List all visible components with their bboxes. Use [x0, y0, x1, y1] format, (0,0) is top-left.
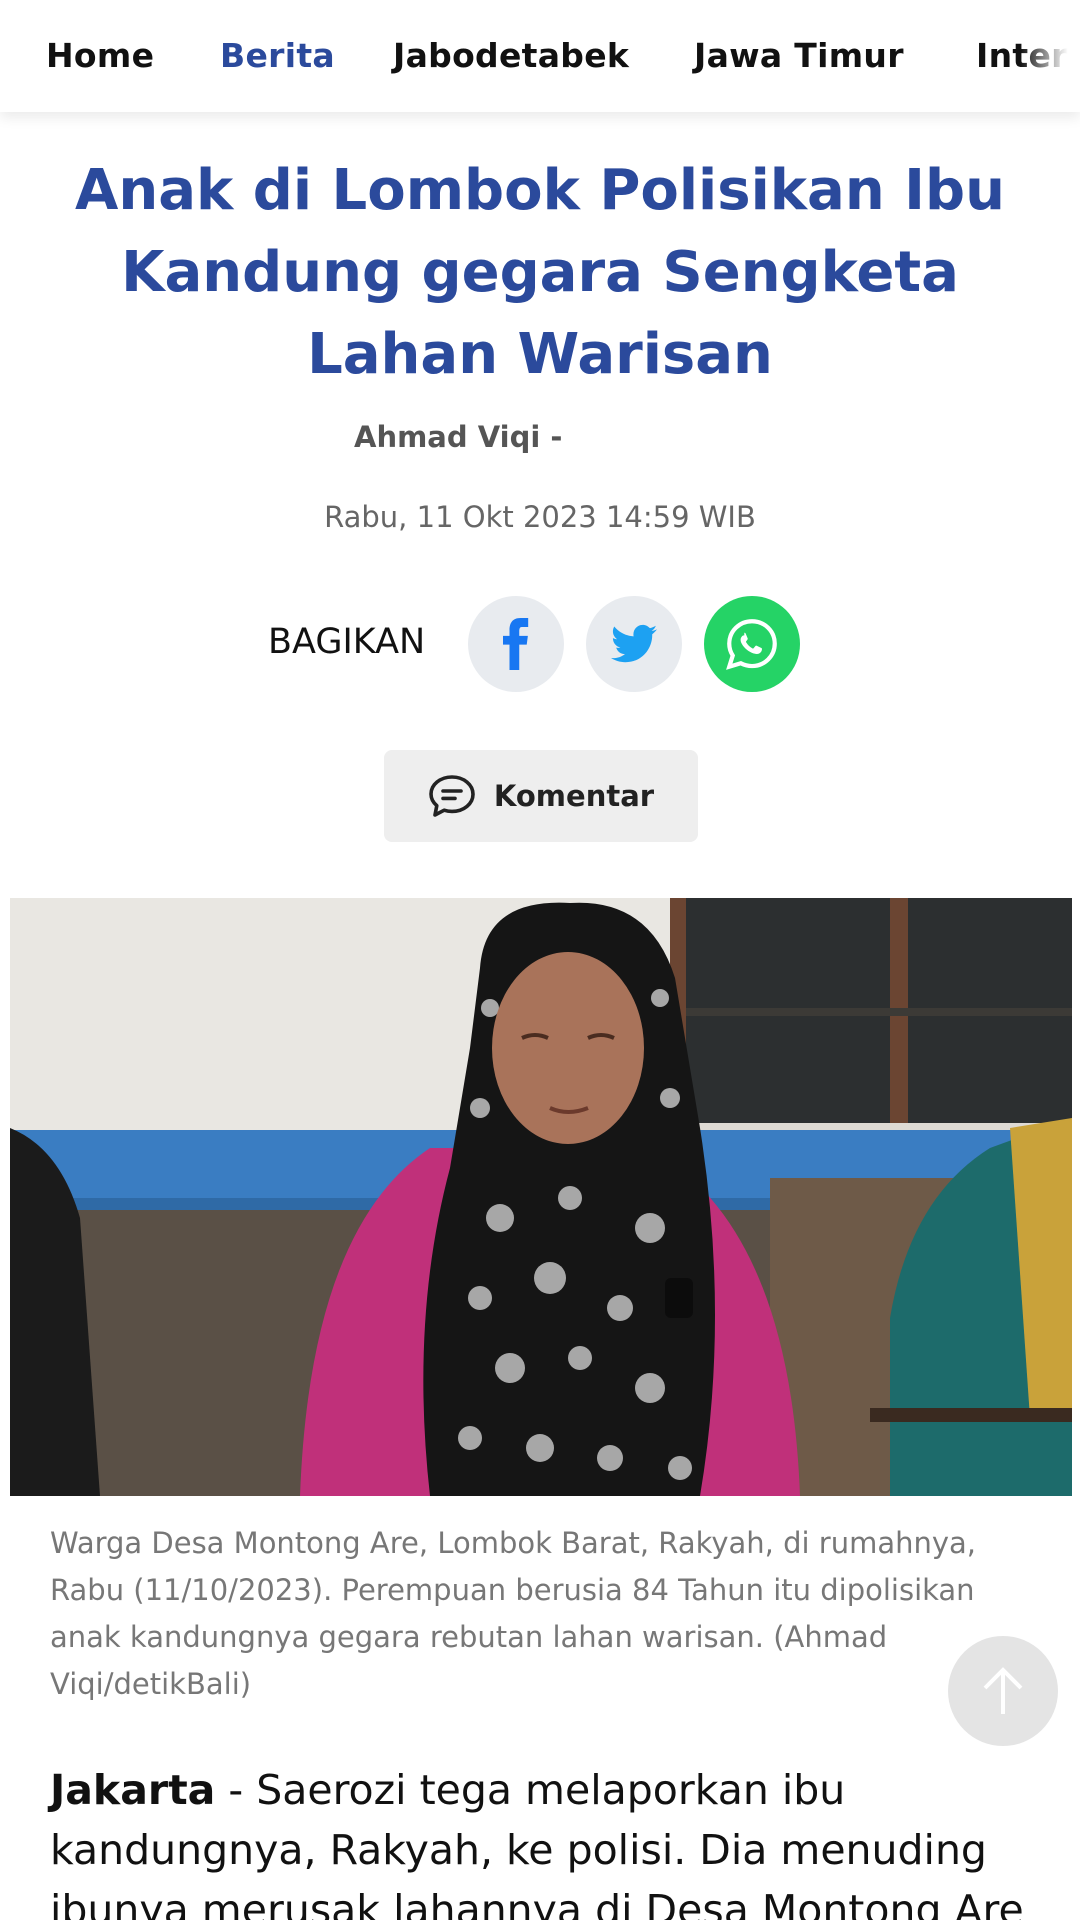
nav-item-jawa-timur[interactable]: Jawa Timur: [694, 36, 904, 75]
article-photo-illustration: [10, 898, 1072, 1496]
dateline: Jakarta: [50, 1766, 216, 1814]
nav-item-jabodetabek[interactable]: Jabodetabek: [393, 36, 629, 75]
article-body: Jakarta - Saerozi tega melaporkan ibu ka…: [50, 1760, 1040, 1920]
article-author[interactable]: Ahmad Viqi -: [354, 420, 562, 454]
nav-fade: [1020, 0, 1080, 112]
share-facebook-button[interactable]: [468, 596, 564, 692]
nav-item-home[interactable]: Home: [46, 36, 154, 75]
comment-icon: [429, 775, 475, 817]
facebook-icon: [503, 618, 529, 670]
comment-button[interactable]: Komentar: [384, 750, 698, 842]
nav-item-berita[interactable]: Berita: [220, 36, 335, 75]
share-label: BAGIKAN: [268, 622, 426, 662]
top-nav: Home Berita Jabodetabek Jawa Timur Inter: [0, 0, 1080, 112]
arrow-up-icon: [983, 1667, 1023, 1714]
twitter-icon: [611, 624, 657, 663]
article-photo: [10, 898, 1072, 1496]
scroll-to-top-button[interactable]: [948, 1636, 1058, 1746]
share-whatsapp-button[interactable]: [704, 596, 800, 692]
article-date: Rabu, 11 Okt 2023 14:59 WIB: [324, 500, 756, 534]
whatsapp-icon: [726, 619, 777, 670]
photo-caption: Warga Desa Montong Are, Lombok Barat, Ra…: [50, 1526, 977, 1701]
article-title: Anak di Lombok Polisikan Ibu Kandung geg…: [75, 158, 1005, 387]
comment-label: Komentar: [493, 779, 655, 813]
share-twitter-button[interactable]: [586, 596, 682, 692]
